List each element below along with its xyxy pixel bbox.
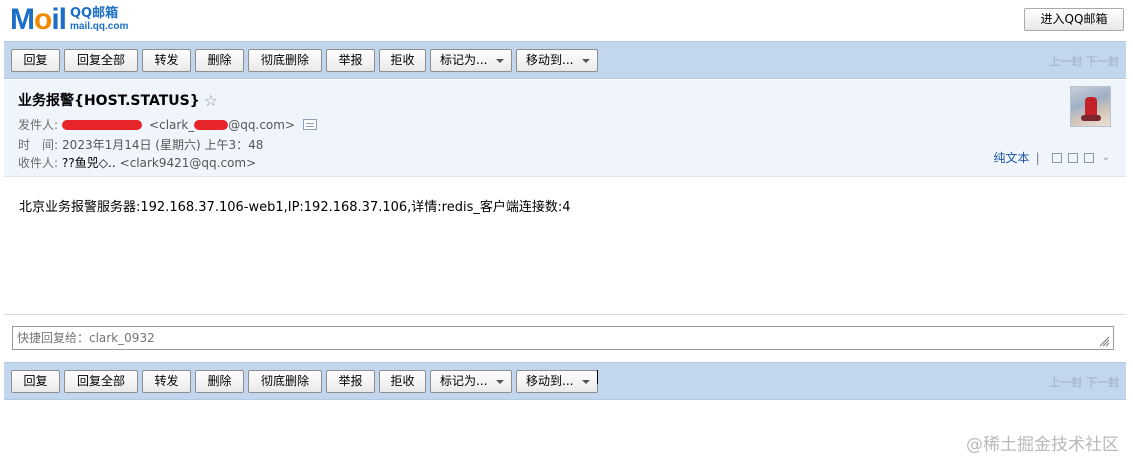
sender-address-prefix: <clark_ [149, 117, 195, 132]
report-button[interactable]: 举报 [326, 370, 375, 393]
prev-mail-link[interactable]: 上一封 [1049, 376, 1082, 389]
star-icon[interactable]: ☆ [204, 91, 218, 110]
reply-button[interactable]: 回复 [11, 49, 60, 72]
contact-card-icon[interactable] [303, 119, 318, 130]
redacted-sender-id [194, 119, 229, 130]
chevron-down-icon[interactable]: ⌄ [1102, 152, 1110, 163]
logo-domain-text: mail.qq.com [70, 21, 129, 32]
message-subject: 业务报警{HOST.STATUS} ☆ [18, 90, 219, 110]
delete-permanently-button[interactable]: 彻底删除 [248, 370, 322, 393]
save-icon[interactable] [1067, 152, 1078, 163]
sender-address-suffix: @qq.com> [228, 117, 296, 132]
message-body: 北京业务报警服务器:192.168.37.106-web1,IP:192.168… [19, 200, 571, 215]
recipient-address: <clark9421@qq.com> [119, 155, 257, 170]
reply-all-button[interactable]: 回复全部 [64, 370, 138, 393]
forward-button[interactable]: 转发 [142, 49, 191, 72]
next-mail-link[interactable]: 下一封 [1086, 55, 1119, 68]
move-to-dropdown[interactable]: 移动到... [516, 370, 598, 393]
reject-button[interactable]: 拒收 [379, 370, 426, 393]
to-label: 收件人: [18, 156, 59, 170]
watermark: @稀土掘金技术社区 [966, 435, 1119, 455]
top-toolbar: 回复 回复全部 转发 删除 彻底删除 举报 拒收 标记为... 移动到... 上… [4, 41, 1126, 79]
message-header: 业务报警{HOST.STATUS} ☆ 发件人: <clark_ @qq.com… [4, 80, 1126, 177]
enter-qq-mail-button[interactable]: 进入QQ邮箱 [1024, 8, 1124, 31]
time-row: 时 间: 2023年1月14日 (星期六) 上午3：48 [18, 136, 263, 153]
next-mail-link[interactable]: 下一封 [1086, 376, 1119, 389]
redacted-sender-name [62, 119, 143, 130]
delete-permanently-button[interactable]: 彻底删除 [248, 49, 322, 72]
from-label: 发件人: [18, 118, 59, 132]
time-value: 2023年1月14日 (星期六) 上午3：48 [62, 138, 264, 152]
chevron-down-icon [582, 59, 590, 63]
reply-all-button[interactable]: 回复全部 [64, 49, 138, 72]
separator: | [1035, 150, 1040, 165]
note-icon[interactable] [1051, 152, 1062, 163]
mail-nav: 上一封 下一封 [1049, 53, 1119, 69]
time-label: 时 间: [18, 138, 59, 152]
mail-nav: 上一封 下一封 [1049, 374, 1119, 390]
sender-avatar[interactable] [1070, 86, 1111, 127]
plain-text-link[interactable]: 纯文本 [994, 149, 1030, 166]
chevron-down-icon [496, 380, 504, 384]
chevron-down-icon [582, 380, 590, 384]
report-button[interactable]: 举报 [326, 49, 375, 72]
reply-button[interactable]: 回复 [11, 370, 60, 393]
resize-grip-icon[interactable] [1098, 335, 1110, 347]
prev-mail-link[interactable]: 上一封 [1049, 55, 1082, 68]
text-cursor [597, 370, 598, 384]
divider [4, 314, 1126, 315]
move-to-dropdown[interactable]: 移动到... [516, 49, 598, 72]
logo-wordmark: Moil [10, 3, 67, 36]
message-actions: 纯文本 | ⌄ [994, 149, 1110, 166]
mark-as-dropdown[interactable]: 标记为... [430, 370, 512, 393]
recipient-name: ??鱼兕◇.. [62, 156, 116, 170]
reject-button[interactable]: 拒收 [379, 49, 426, 72]
delete-button[interactable]: 删除 [195, 370, 244, 393]
qq-mail-logo[interactable]: Moil QQ邮箱 mail.qq.com [10, 4, 128, 36]
forward-button[interactable]: 转发 [142, 370, 191, 393]
sender-row: 发件人: <clark_ @qq.com> [18, 116, 318, 133]
bottom-toolbar: 回复 回复全部 转发 删除 彻底删除 举报 拒收 标记为... 移动到... 上… [4, 362, 1126, 400]
logo-cn-text: QQ邮箱 [70, 6, 119, 21]
recipient-row: 收件人: ??鱼兕◇.. <clark9421@qq.com> [18, 154, 256, 171]
delete-button[interactable]: 删除 [195, 49, 244, 72]
quick-reply-input[interactable] [12, 326, 1114, 350]
print-icon[interactable] [1083, 152, 1094, 163]
mark-as-dropdown[interactable]: 标记为... [430, 49, 512, 72]
top-bar: Moil QQ邮箱 mail.qq.com 进入QQ邮箱 [0, 0, 1133, 40]
chevron-down-icon [496, 59, 504, 63]
